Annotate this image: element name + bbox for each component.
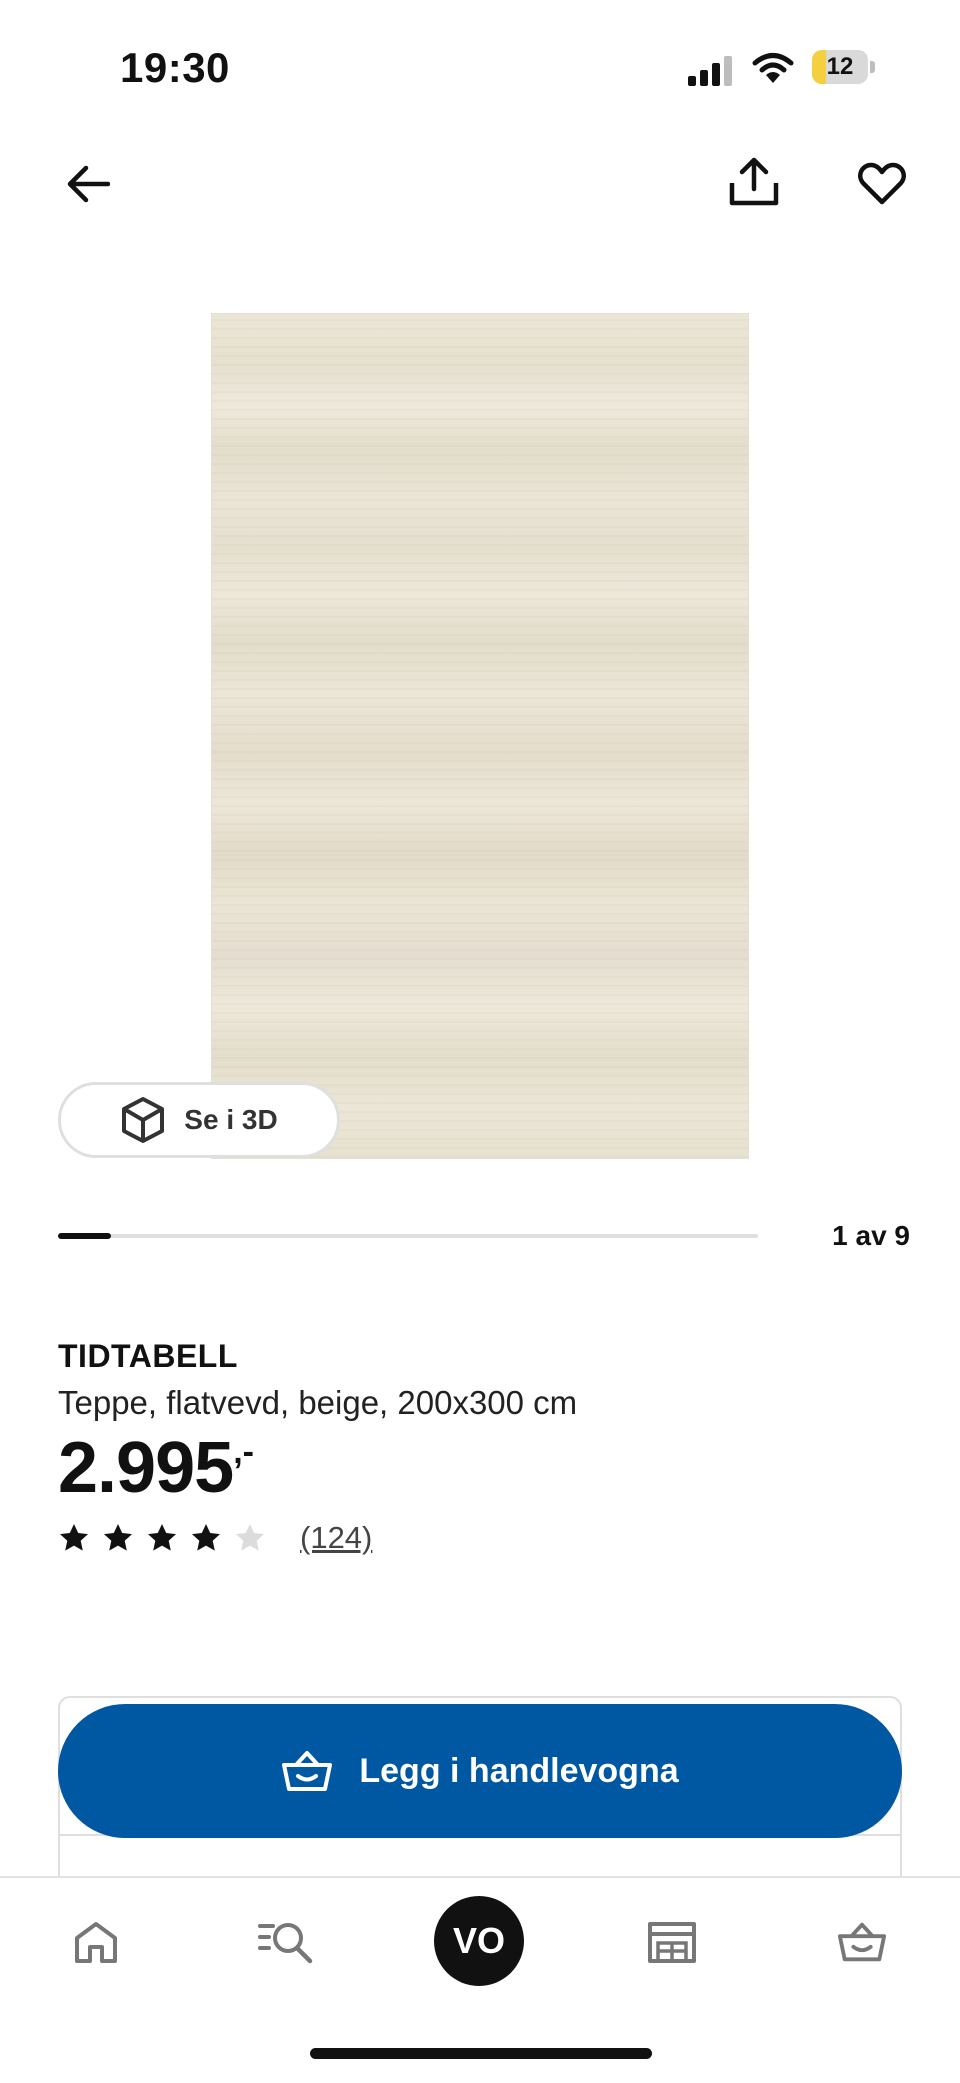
search-icon — [258, 1923, 313, 1964]
view-3d-button[interactable]: Se i 3D — [58, 1082, 340, 1158]
wifi-icon — [752, 53, 794, 83]
price-suffix: ,- — [233, 1433, 254, 1471]
product-price: 2.995 ,- — [58, 1428, 254, 1508]
battery-icon: 12 — [812, 50, 876, 84]
price-value: 2.995 — [58, 1428, 234, 1508]
star-rating — [58, 1522, 278, 1554]
back-arrow-icon — [67, 165, 110, 203]
nav-profile-avatar[interactable]: VO — [434, 1896, 524, 1986]
nav-home[interactable] — [56, 1902, 136, 1982]
home-icon — [75, 1922, 117, 1963]
gallery-progress-track — [58, 1233, 758, 1239]
share-button[interactable] — [724, 152, 784, 212]
battery-level: 12 — [826, 53, 854, 80]
nav-search[interactable] — [246, 1902, 326, 1982]
share-icon — [729, 157, 779, 206]
gallery-counter: 1 av 9 — [832, 1220, 910, 1251]
favorite-button[interactable] — [852, 154, 912, 214]
star-empty-icon — [236, 1524, 264, 1551]
store-icon — [648, 1922, 696, 1963]
cart-icon — [837, 1922, 887, 1962]
product-image[interactable] — [212, 314, 748, 1158]
rating: (124) — [58, 1520, 372, 1556]
review-count-link[interactable]: (124) — [300, 1520, 372, 1556]
heart-icon — [858, 162, 906, 205]
product-name: TIDTABELL — [58, 1338, 238, 1374]
add-to-cart-button[interactable]: Legg i handlevogna — [58, 1704, 902, 1838]
home-indicator — [310, 2048, 652, 2059]
star-filled-icon — [104, 1524, 132, 1551]
star-filled-icon — [192, 1524, 220, 1551]
gallery-progress-fill — [58, 1233, 111, 1239]
add-to-cart-label: Legg i handlevogna — [359, 1751, 679, 1790]
nav-stores[interactable] — [632, 1902, 712, 1982]
view-3d-label: Se i 3D — [184, 1104, 278, 1135]
back-button[interactable] — [58, 154, 118, 214]
cube-3d-icon — [122, 1097, 165, 1143]
star-filled-icon — [60, 1524, 88, 1551]
nav-cart[interactable] — [822, 1902, 902, 1982]
product-description: Teppe, flatvevd, beige, 200x300 cm — [58, 1384, 578, 1421]
shopping-basket-icon — [282, 1751, 333, 1791]
status-time: 19:30 — [120, 44, 230, 91]
signal-icon — [688, 56, 732, 86]
rug-image — [212, 314, 748, 1158]
star-filled-icon — [148, 1524, 176, 1551]
